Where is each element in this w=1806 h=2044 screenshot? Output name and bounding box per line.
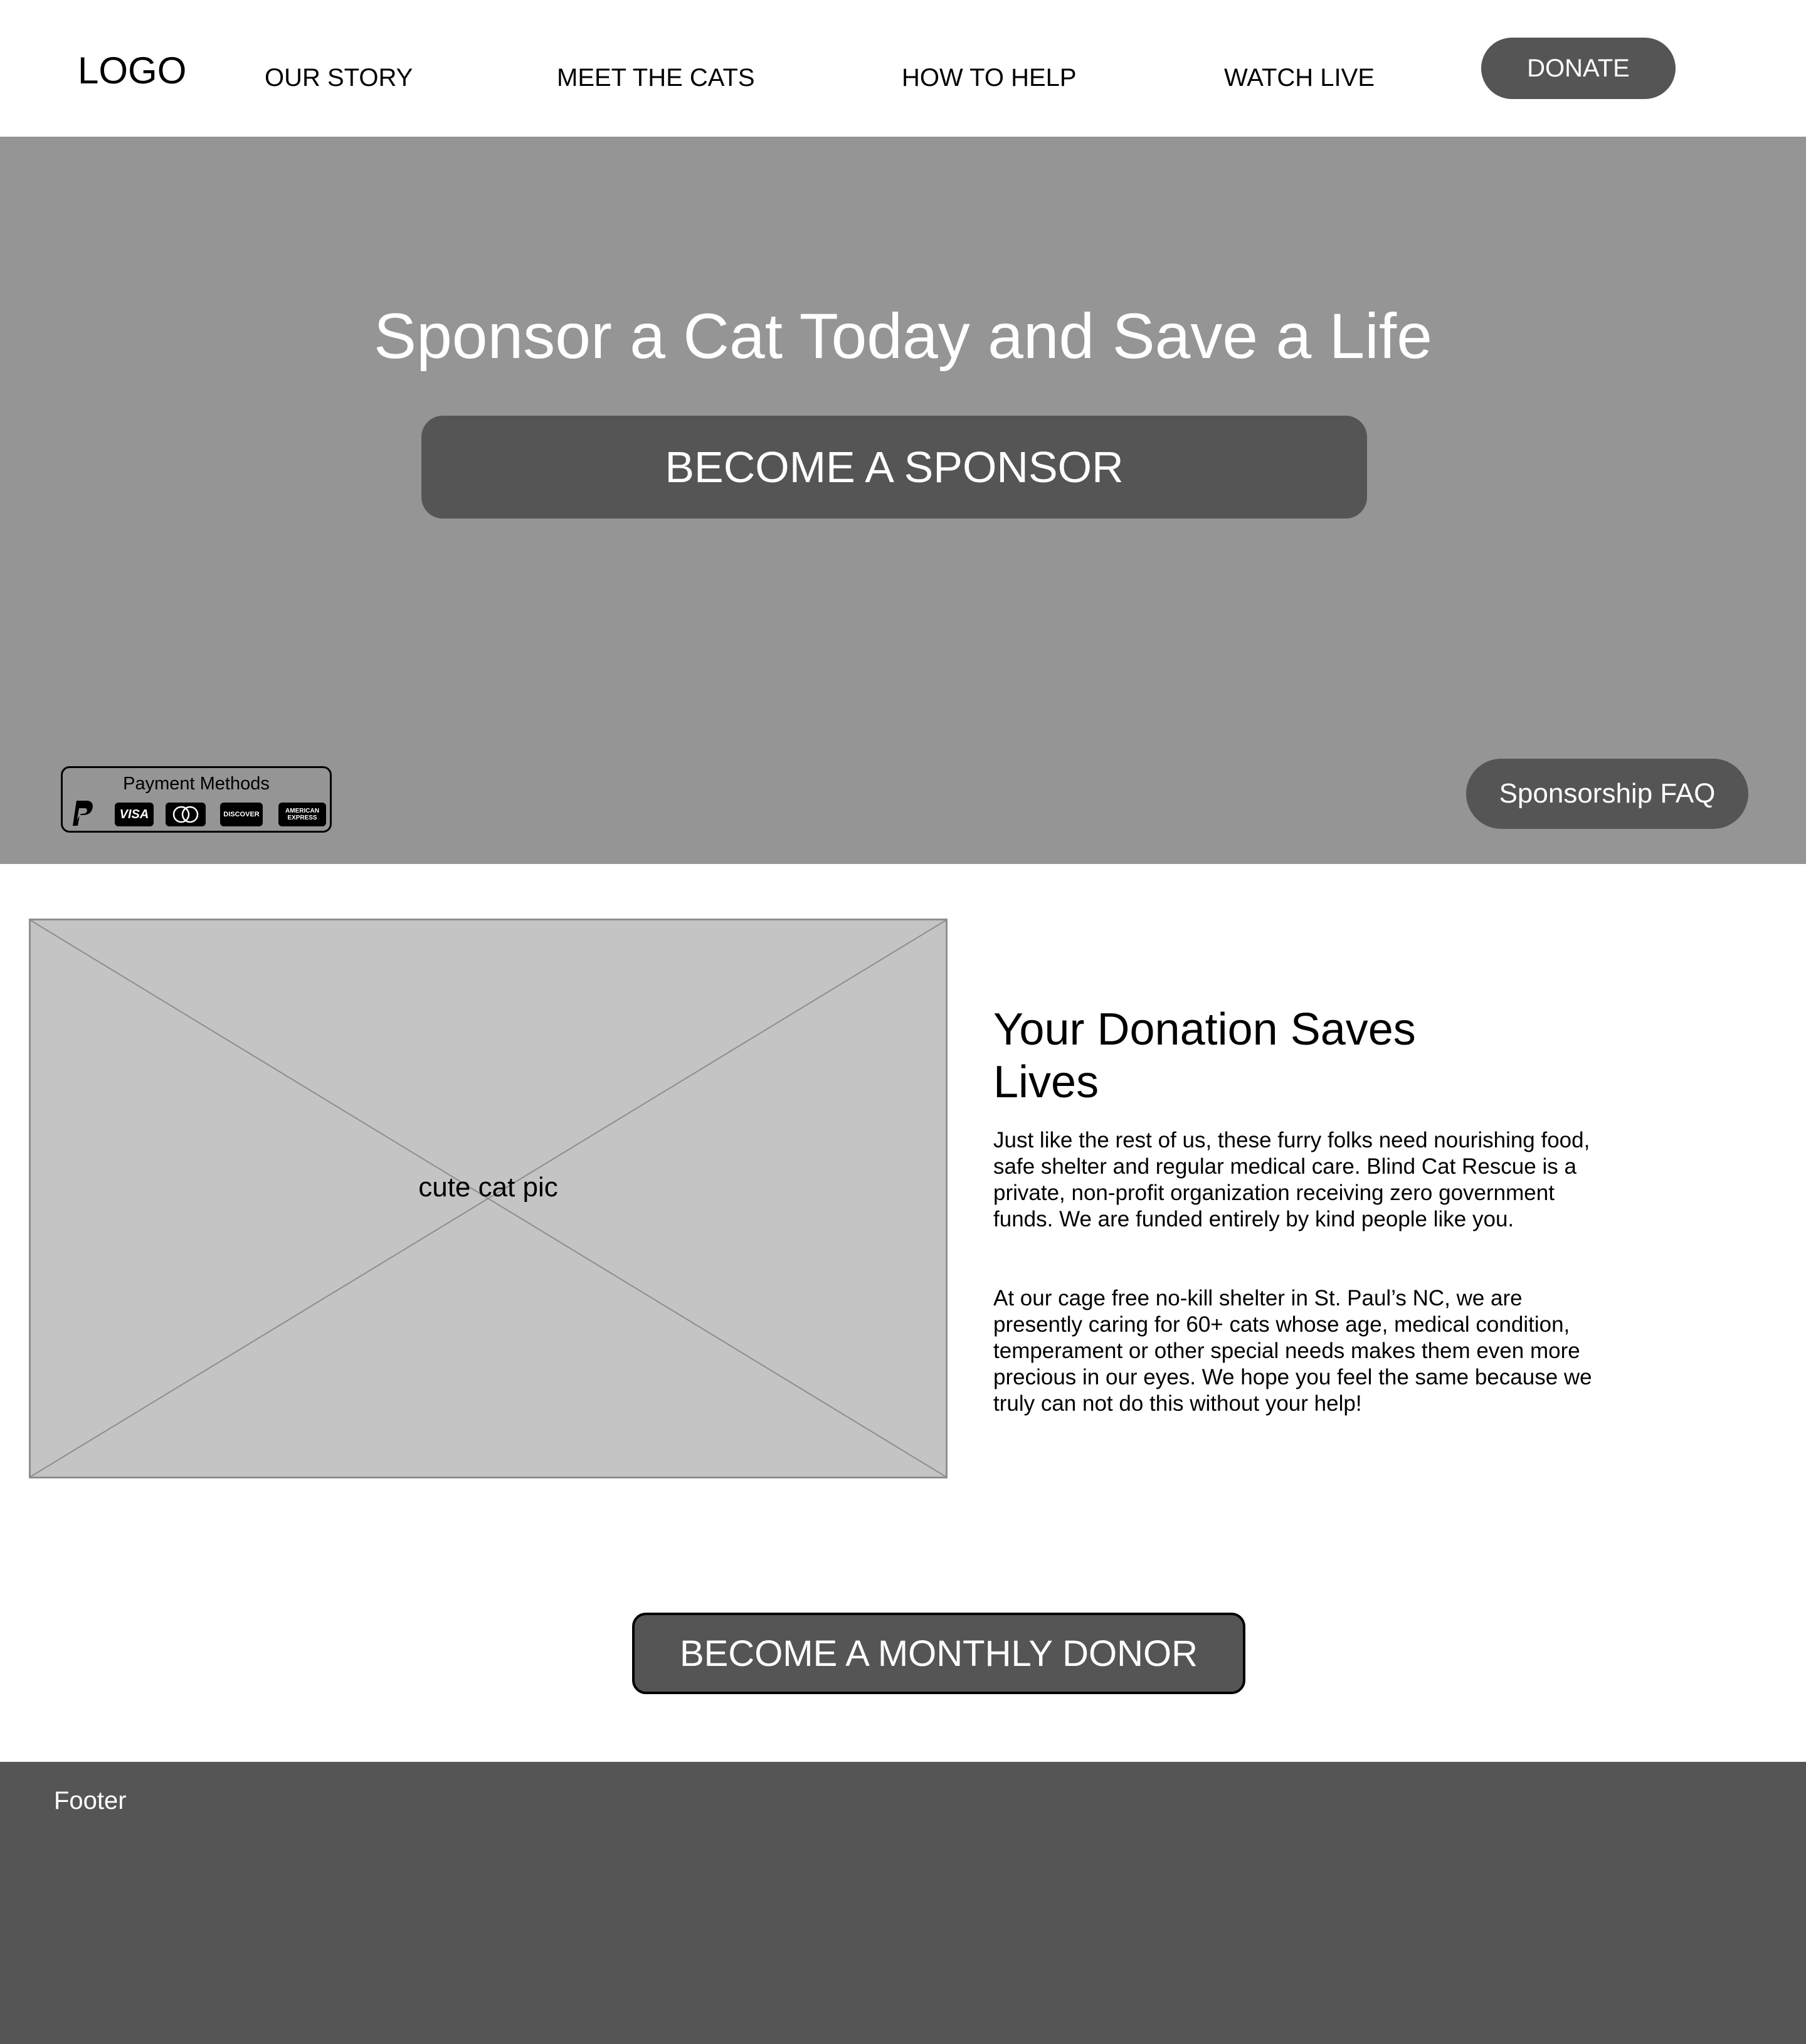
mastercard-icon xyxy=(166,803,206,826)
nav-link-our-story[interactable]: OUR STORY xyxy=(265,63,413,93)
paypal-icon xyxy=(68,797,95,828)
nav-link-how-to-help[interactable]: HOW TO HELP xyxy=(902,63,1077,93)
payment-methods-box: Payment Methods VISA DISCOVER AMERICAN EX… xyxy=(61,766,332,833)
nav-link-watch-live[interactable]: WATCH LIVE xyxy=(1224,63,1375,93)
donation-paragraph-2: At our cage free no-kill shelter in St. … xyxy=(993,1286,1592,1416)
hero-title: Sponsor a Cat Today and Save a Life xyxy=(374,300,1432,372)
donation-section-title: Your Donation Saves Lives xyxy=(993,1004,1416,1107)
visa-icon: VISA xyxy=(115,803,154,826)
amex-icon: AMERICAN EXPRESS xyxy=(278,803,326,826)
payment-methods-title: Payment Methods xyxy=(123,774,270,794)
discover-icon: DISCOVER xyxy=(220,803,263,826)
nav-link-meet-the-cats[interactable]: MEET THE CATS xyxy=(557,63,755,93)
image-caption: cute cat pic xyxy=(418,1172,558,1203)
cat-image-placeholder: cute cat pic xyxy=(29,919,948,1478)
donate-button[interactable]: DONATE xyxy=(1481,38,1676,99)
sponsorship-faq-button[interactable]: Sponsorship FAQ xyxy=(1466,759,1748,829)
footer: Footer xyxy=(0,1762,1806,2044)
become-sponsor-button[interactable]: BECOME A SPONSOR xyxy=(421,416,1367,519)
become-monthly-donor-button[interactable]: BECOME A MONTHLY DONOR xyxy=(632,1613,1245,1694)
footer-label: Footer xyxy=(54,1787,127,1815)
top-nav: LOGO OUR STORY MEET THE CATS HOW TO HELP… xyxy=(0,0,1806,137)
logo[interactable]: LOGO xyxy=(78,49,186,93)
donation-paragraph-1: Just like the rest of us, these furry fo… xyxy=(993,1128,1590,1231)
hero-section: Sponsor a Cat Today and Save a Life BECO… xyxy=(0,137,1806,864)
